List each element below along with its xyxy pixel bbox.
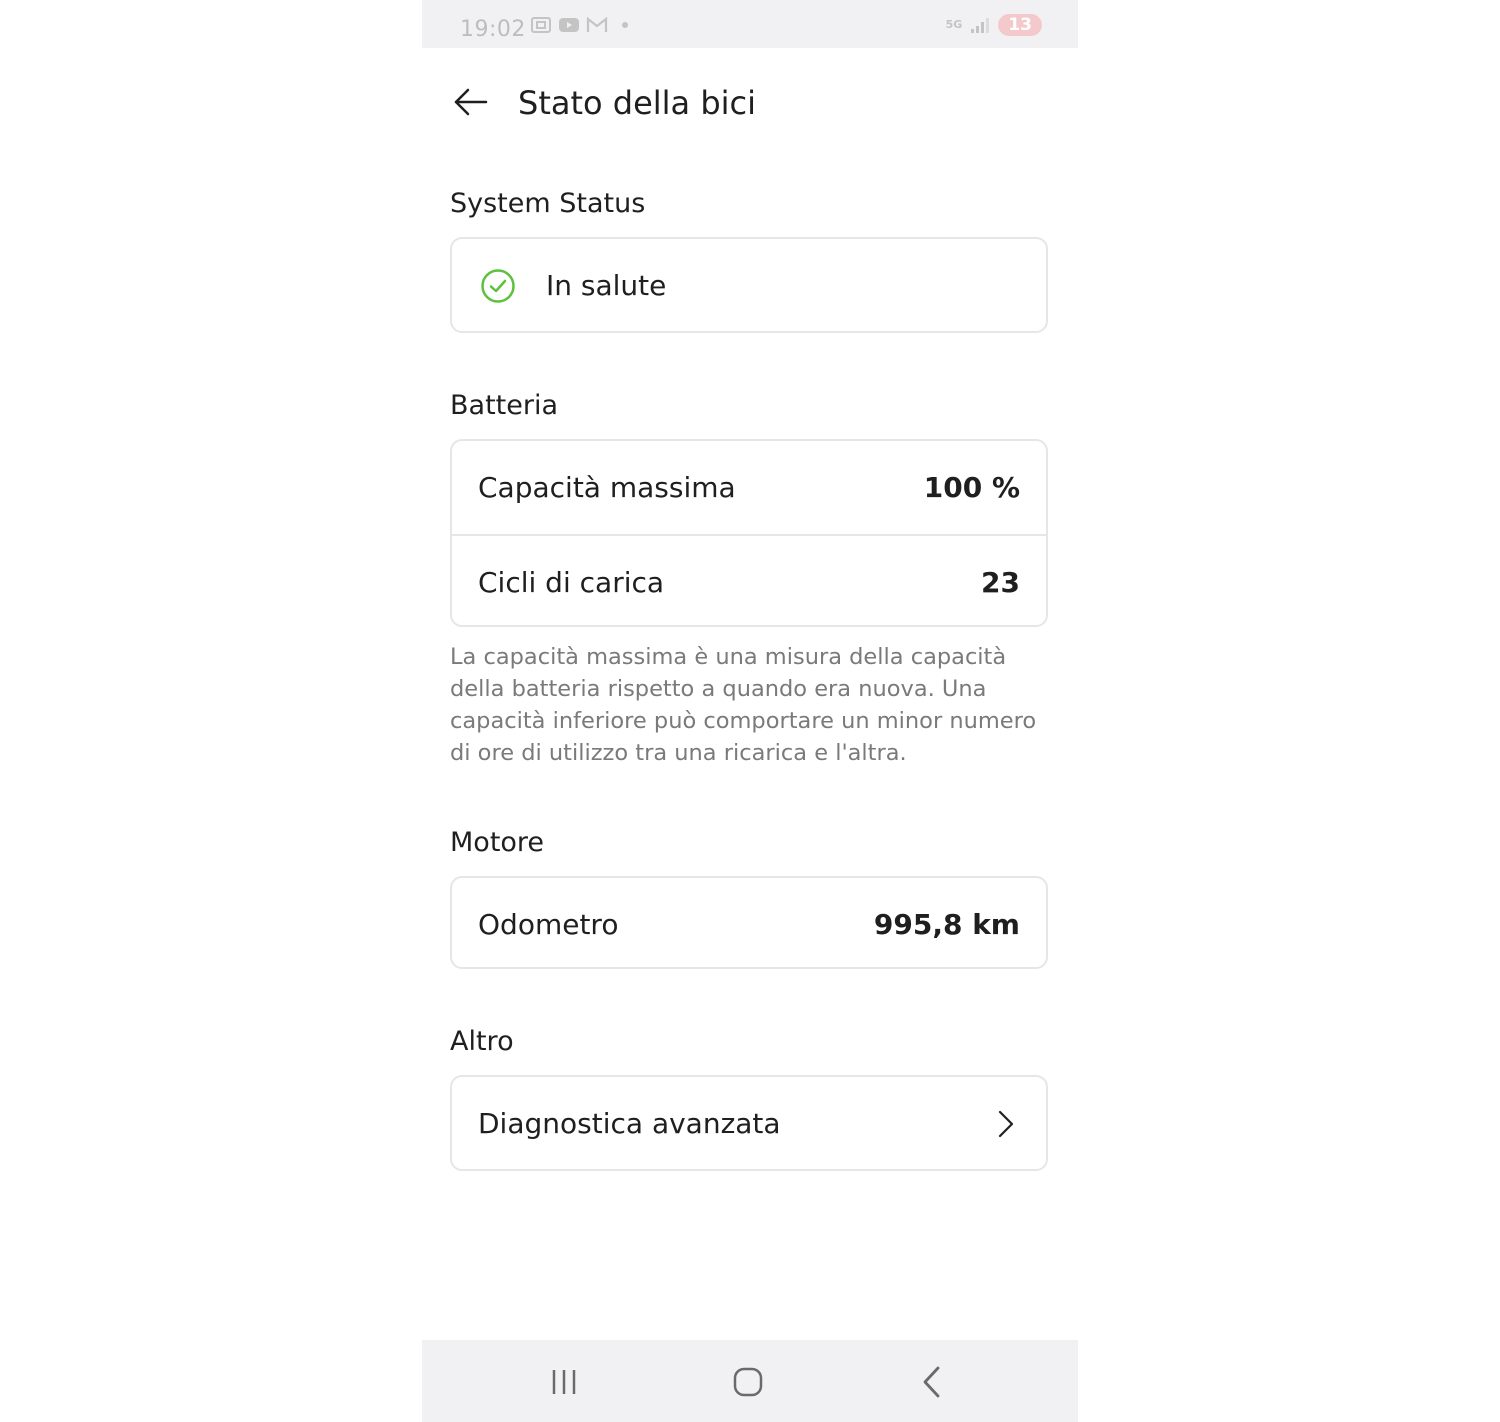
diagnostica-avanzata-button[interactable]: Diagnostica avanzata bbox=[450, 1075, 1048, 1171]
youtube-icon bbox=[559, 18, 579, 32]
system-status-card: In salute bbox=[450, 237, 1048, 333]
app-header: Stato della bici bbox=[422, 70, 1078, 140]
screenshot-icon bbox=[531, 17, 551, 33]
cicli-di-carica-row: Cicli di carica 23 bbox=[452, 534, 1046, 629]
check-circle-icon bbox=[481, 269, 515, 303]
batteria-heading: Batteria bbox=[450, 390, 558, 421]
motore-heading: Motore bbox=[450, 827, 545, 858]
notification-icons bbox=[530, 16, 628, 34]
phone-screen: 19:02 5G 13 Stato della bici System Stat… bbox=[422, 0, 1078, 1422]
system-status-heading: System Status bbox=[450, 188, 646, 219]
diagnostica-avanzata-row[interactable]: Diagnostica avanzata bbox=[452, 1077, 1046, 1170]
status-right: 5G 13 bbox=[946, 14, 1042, 36]
odometro-label: Odometro bbox=[478, 908, 619, 941]
battery-level: 13 bbox=[998, 14, 1042, 36]
motore-card: Odometro 995,8 km bbox=[450, 876, 1048, 969]
diagnostica-avanzata-label: Diagnostica avanzata bbox=[478, 1107, 781, 1140]
system-nav-bar bbox=[422, 1340, 1078, 1422]
recents-icon[interactable] bbox=[544, 1362, 584, 1402]
cicli-di-carica-value: 23 bbox=[981, 566, 1020, 599]
battery-note: La capacità massima è una misura della c… bbox=[450, 644, 1037, 766]
nav-back-icon[interactable] bbox=[912, 1362, 952, 1402]
status-bar: 19:02 5G 13 bbox=[422, 0, 1078, 48]
system-status-value: In salute bbox=[546, 269, 667, 302]
cicli-di-carica-label: Cicli di carica bbox=[478, 566, 665, 599]
more-notifications-dot bbox=[622, 22, 628, 28]
gmail-icon bbox=[586, 16, 608, 32]
capacita-massima-value: 100 % bbox=[923, 471, 1020, 504]
chevron-right-icon bbox=[998, 1110, 1014, 1138]
odometro-value: 995,8 km bbox=[873, 908, 1020, 941]
home-icon[interactable] bbox=[728, 1362, 768, 1402]
altro-heading: Altro bbox=[450, 1026, 514, 1057]
signal-icon bbox=[971, 18, 990, 33]
batteria-card: Capacità massima 100 % Cicli di carica 2… bbox=[450, 439, 1048, 627]
network-type: 5G bbox=[945, 18, 963, 31]
back-arrow-icon[interactable] bbox=[450, 82, 490, 122]
page-title: Stato della bici bbox=[518, 84, 757, 122]
capacita-massima-row: Capacità massima 100 % bbox=[452, 441, 1046, 534]
status-time: 19:02 bbox=[460, 17, 526, 42]
capacita-massima-label: Capacità massima bbox=[478, 471, 736, 504]
odometro-row: Odometro 995,8 km bbox=[452, 878, 1046, 967]
